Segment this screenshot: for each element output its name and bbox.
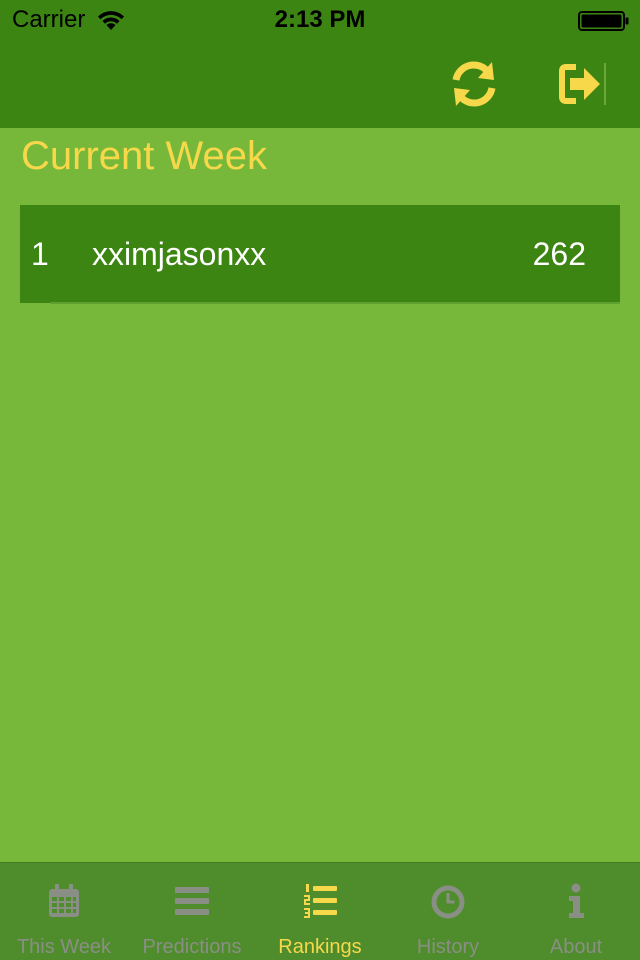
tab-label: This Week — [16, 936, 112, 958]
ranking-row[interactable]: 1 xximjasonxx 262 — [20, 205, 620, 303]
clock-icon — [431, 885, 465, 919]
refresh-button[interactable] — [448, 58, 500, 110]
tab-label: Predictions — [142, 936, 242, 958]
tab-rankings[interactable]: Rankings — [256, 863, 384, 960]
tab-about[interactable]: About — [512, 863, 640, 960]
list-icon — [175, 887, 209, 915]
sign-out-icon — [559, 64, 600, 104]
refresh-icon — [452, 61, 496, 107]
status-time: 2:13 PM — [274, 6, 366, 33]
page-title: Current Week — [21, 134, 268, 178]
tab-bar: This Week Predictions Rankings History A… — [0, 862, 640, 960]
tab-label: History — [416, 936, 480, 958]
calendar-icon — [49, 884, 79, 917]
rank-score: 262 — [532, 236, 586, 272]
tab-label: About — [549, 936, 603, 958]
tab-history[interactable]: History — [384, 863, 512, 960]
navigation-bar — [0, 40, 640, 128]
tab-predictions[interactable]: Predictions — [128, 863, 256, 960]
rank-number: 1 — [31, 236, 49, 272]
tab-this-week[interactable]: This Week — [0, 863, 128, 960]
row-separator — [50, 302, 620, 304]
logout-button[interactable] — [556, 58, 608, 110]
rank-username: xximjasonxx — [92, 236, 267, 272]
info-icon — [569, 883, 584, 918]
screen: Carrier 2:13 PM Current Week 1 xximjason… — [0, 0, 640, 960]
tab-label: Rankings — [278, 936, 362, 958]
ordered-list-icon — [304, 884, 337, 918]
top-header: Carrier 2:13 PM — [0, 0, 640, 128]
status-bar: Carrier 2:13 PM — [0, 0, 640, 40]
nav-divider — [604, 63, 606, 105]
battery-full-icon — [578, 11, 629, 31]
